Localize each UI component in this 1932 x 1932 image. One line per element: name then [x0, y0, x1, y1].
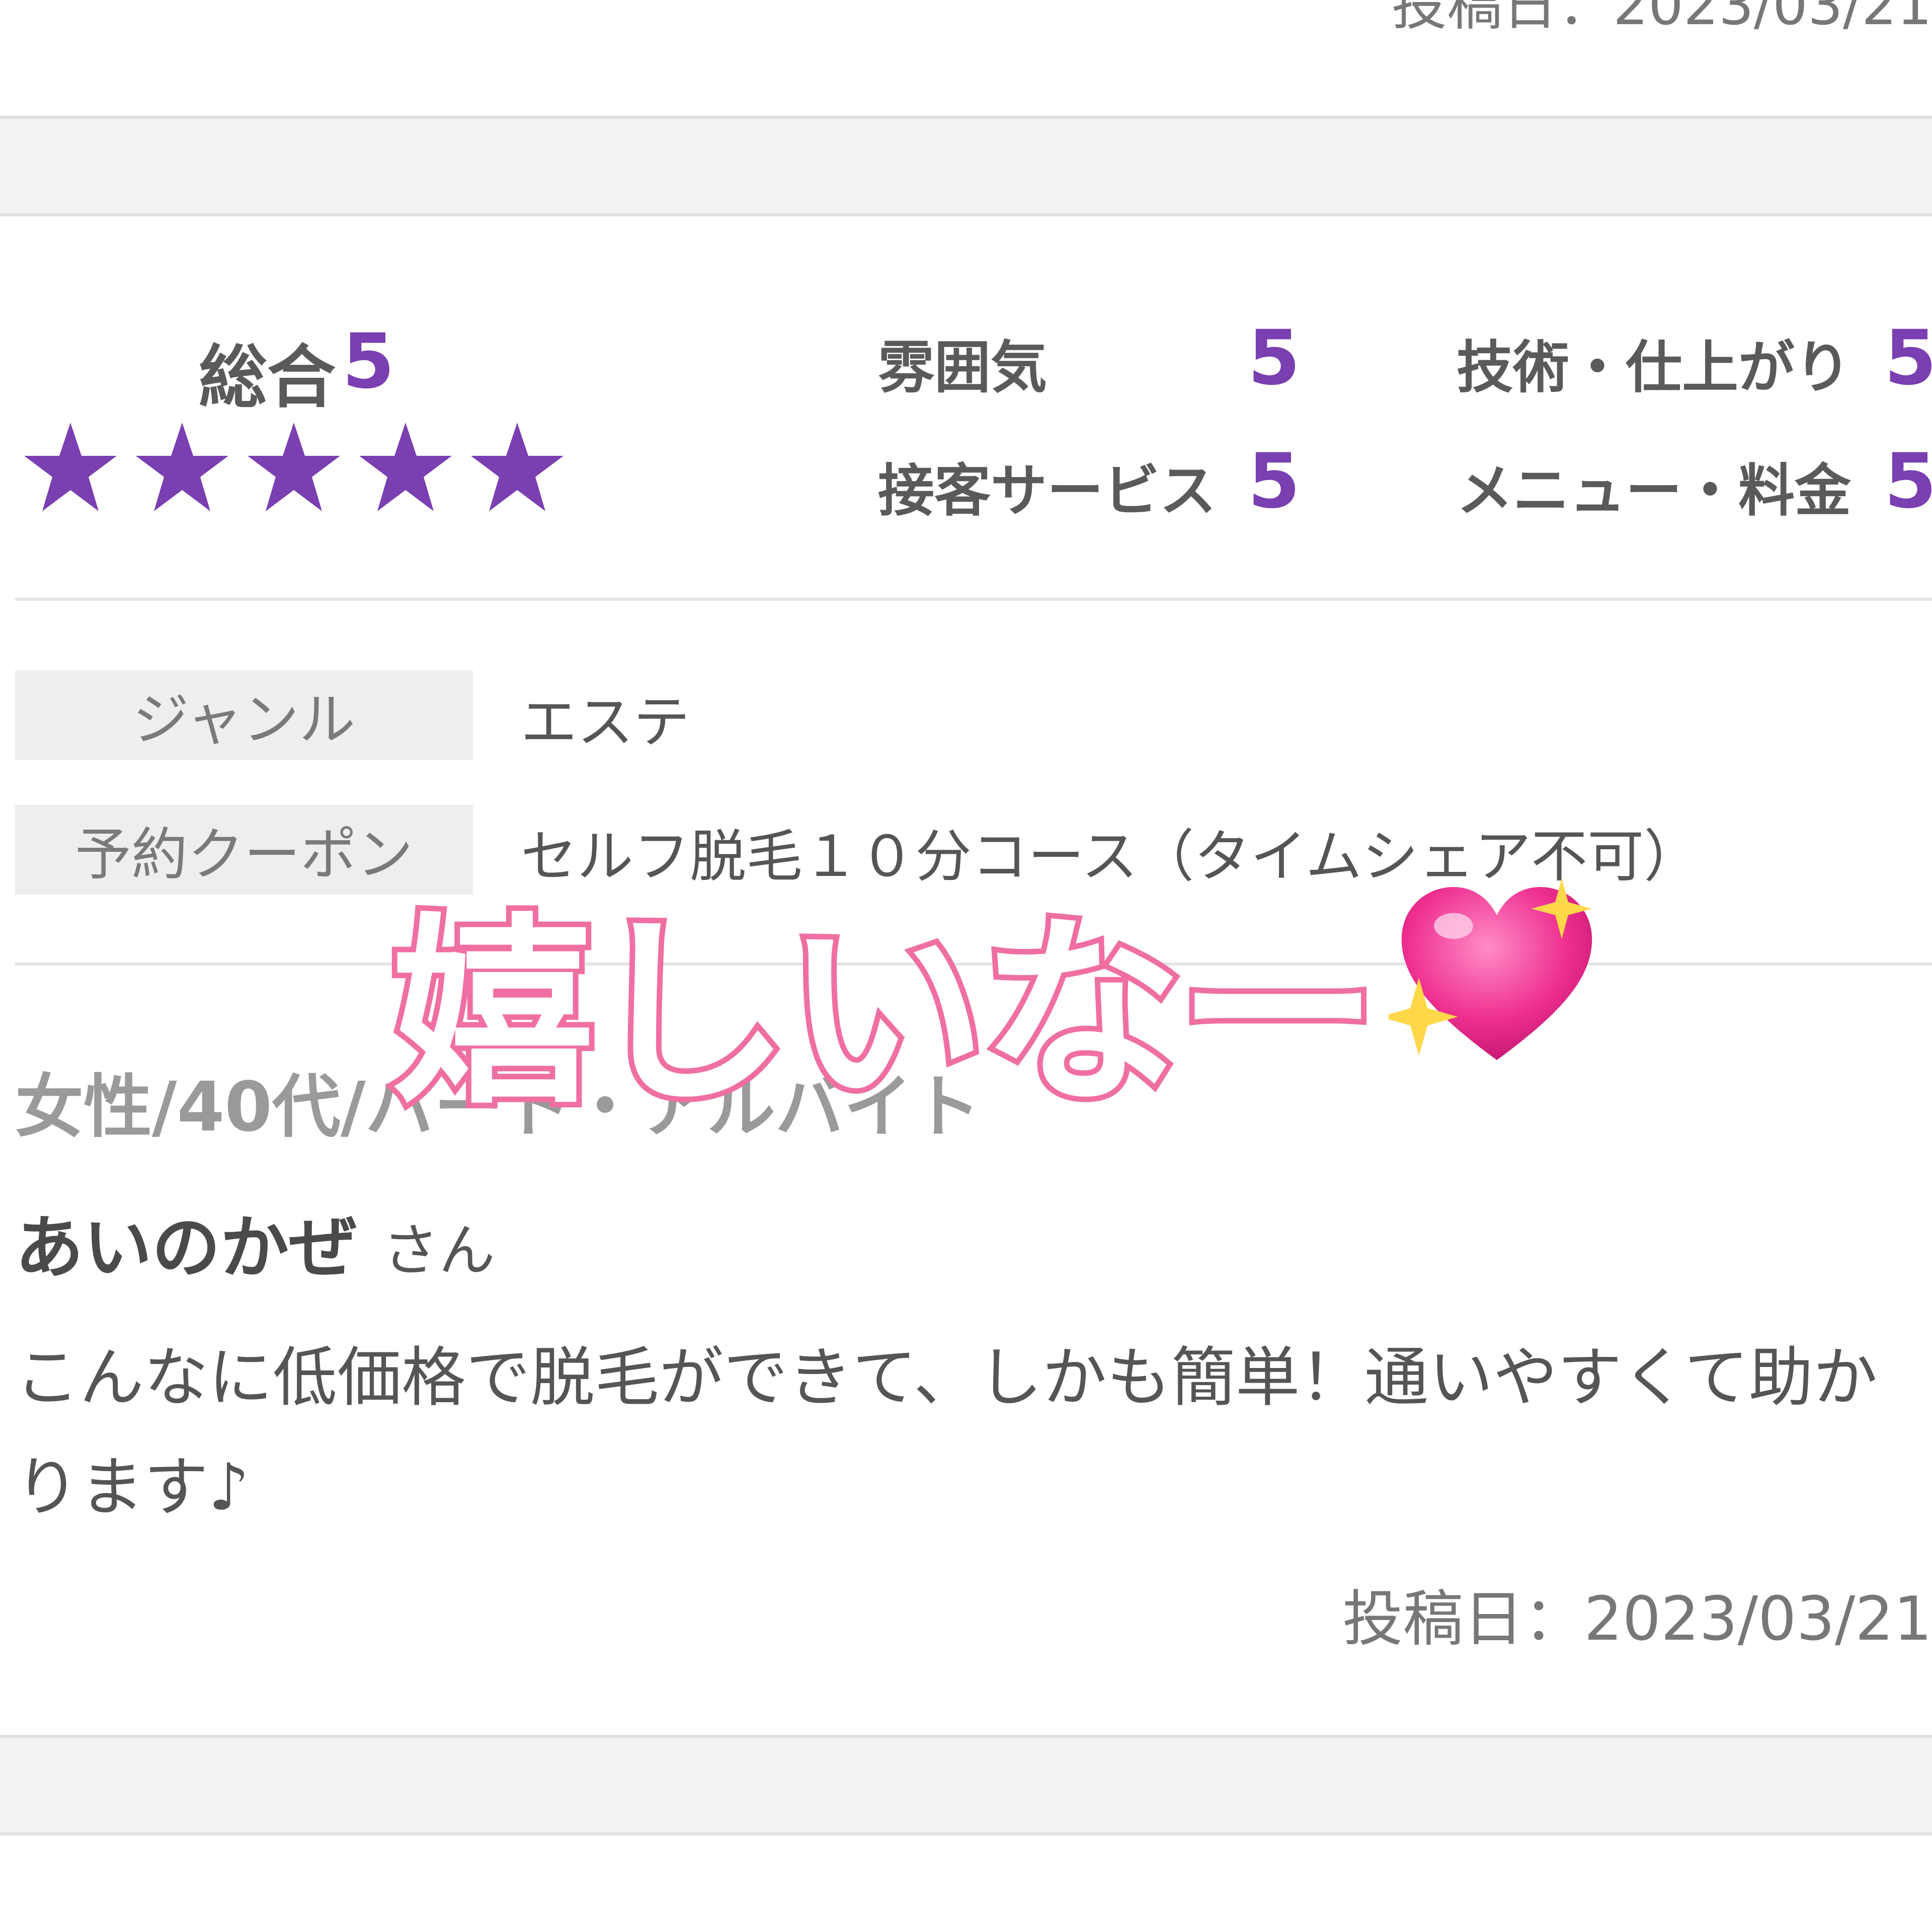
overall-score: 5: [342, 318, 395, 406]
star-icon: [248, 423, 340, 511]
star-icon: [24, 423, 117, 511]
section-separator-top: [0, 116, 1932, 216]
category-label-atmosphere: 雰囲気: [878, 335, 1047, 400]
genre-label: ジャンル: [15, 670, 473, 760]
category-score-service: 5: [1248, 438, 1301, 525]
reviewer-name: あいのかぜ: [15, 1209, 357, 1288]
overlay-caption: 嬉しいなー: [387, 892, 1384, 1137]
post-date-top: 投稿日：2023/03/21: [1391, 0, 1932, 37]
section-separator-bottom: [0, 1735, 1932, 1835]
category-label-technique: 技術・仕上がり: [1457, 335, 1851, 400]
star-rating: [20, 418, 568, 518]
category-score-technique: 5: [1884, 314, 1932, 402]
genre-value: エステ: [521, 690, 690, 755]
sparkling-heart-icon: [1389, 878, 1592, 1060]
star-icon: [359, 423, 452, 511]
category-label-service: 接客サービス: [878, 458, 1216, 524]
category-score-atmosphere: 5: [1248, 314, 1301, 402]
divider: [15, 598, 1932, 601]
review-body: こんなに低価格で脱毛ができて、しかも簡単！通いやすくて助かります♪: [15, 1340, 1878, 1525]
category-score-menu-price: 5: [1884, 438, 1932, 525]
category-label-menu-price: メニュー・料金: [1457, 458, 1851, 524]
reviewer-honorific: さん: [382, 1218, 495, 1283]
post-date: 投稿日：2023/03/21: [1342, 1584, 1932, 1654]
star-icon: [471, 423, 564, 511]
overall-label: 総合: [199, 338, 336, 418]
star-icon: [136, 423, 228, 511]
